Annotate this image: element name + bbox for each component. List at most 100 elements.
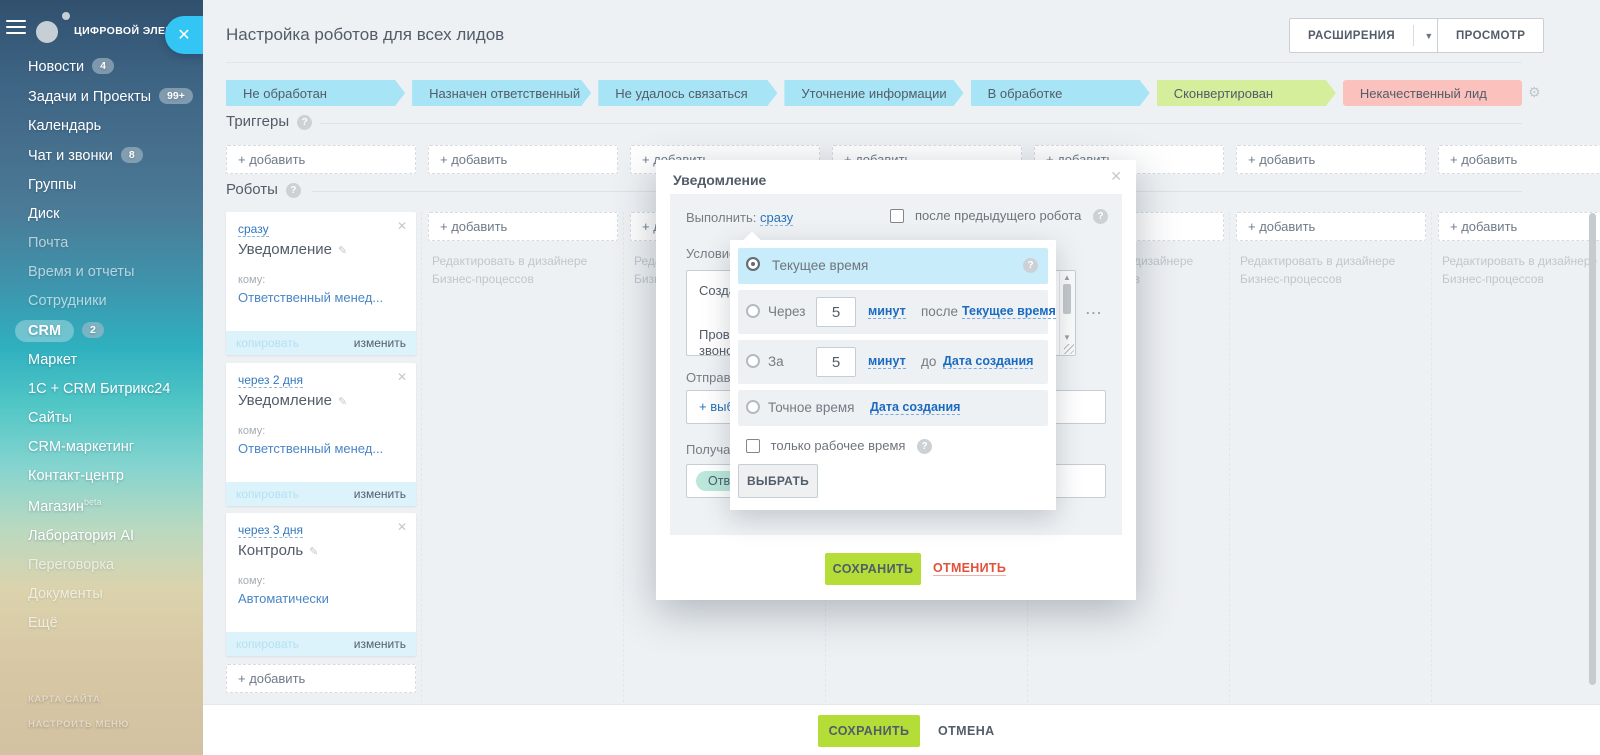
- option-in-minutes-after[interactable]: Через 5 минут после Текущее время: [738, 290, 1056, 334]
- option-exact-time[interactable]: Точное время Дата создания: [738, 390, 1048, 426]
- robot-copy-button[interactable]: копировать: [236, 336, 299, 350]
- sidebar-item-1c-bitrix24[interactable]: 1С + CRM Битрикс24: [28, 375, 199, 404]
- base-date-link[interactable]: Дата создания: [943, 354, 1034, 369]
- extensions-button[interactable]: РАСШИРЕНИЯ ▼: [1289, 18, 1445, 53]
- robot-recipient-link[interactable]: Автоматически: [238, 591, 329, 606]
- base-time-link[interactable]: Текущее время: [962, 304, 1056, 319]
- add-trigger-button[interactable]: + добавить: [428, 145, 618, 174]
- edit-pencil-icon[interactable]: ✎: [338, 245, 347, 257]
- stage-not-processed[interactable]: Не обработан: [226, 80, 405, 106]
- robot-when-link[interactable]: через 2 дня: [238, 373, 303, 388]
- stage-junk-lead[interactable]: Некачественный лид: [1342, 80, 1522, 106]
- hamburger-menu-icon[interactable]: [6, 20, 26, 34]
- sidebar-item-disk[interactable]: Диск: [28, 200, 199, 229]
- view-button[interactable]: ПРОСМОТР: [1437, 18, 1545, 53]
- add-robot-button[interactable]: + добавить: [1236, 212, 1426, 241]
- sidebar-item-more[interactable]: Ещё: [28, 609, 199, 638]
- add-trigger-button[interactable]: + добавить: [1438, 145, 1600, 174]
- sidebar-item-documents[interactable]: Документы: [28, 580, 199, 609]
- sidebar-close-button[interactable]: ✕: [165, 16, 203, 54]
- sidebar-item-news[interactable]: Новости 4: [28, 52, 199, 82]
- robot-recipient-link[interactable]: Ответственный менед...: [238, 441, 383, 456]
- current-time-help-icon[interactable]: ?: [1023, 258, 1038, 273]
- sidebar-item-chat[interactable]: Чат и звонки 8: [28, 141, 199, 171]
- textarea-scrollbar[interactable]: ▲ ▼: [1059, 271, 1075, 355]
- radio-minutes-before[interactable]: [746, 354, 760, 368]
- minutes-before-input[interactable]: 5: [816, 347, 856, 377]
- robot-card[interactable]: через 2 дня ✕ Уведомление ✎ кому: Ответст…: [226, 363, 416, 506]
- working-time-help-icon[interactable]: ?: [917, 439, 933, 454]
- modal-save-button[interactable]: СОХРАНИТЬ: [825, 553, 921, 585]
- scroll-down-icon[interactable]: ▼: [1063, 333, 1071, 342]
- stage-in-progress[interactable]: В обработке: [971, 80, 1150, 106]
- modal-cancel-link[interactable]: ОТМЕНИТЬ: [933, 561, 1007, 576]
- robot-edit-button[interactable]: изменить: [354, 487, 406, 501]
- sidebar-item-sites[interactable]: Сайты: [28, 404, 199, 433]
- execute-value-link[interactable]: сразу: [760, 210, 794, 226]
- configure-menu-link[interactable]: НАСТРОИТЬ МЕНЮ: [28, 719, 129, 730]
- sidebar-item-calendar[interactable]: Календарь: [28, 112, 199, 141]
- bp-designer-link[interactable]: Редактировать в дизайнере Бизнес-процесс…: [432, 252, 614, 288]
- radio-current-time[interactable]: [746, 257, 760, 271]
- add-robot-button[interactable]: + добавить: [226, 664, 416, 693]
- robot-copy-button[interactable]: копировать: [236, 487, 299, 501]
- triggers-help-icon[interactable]: ?: [297, 115, 313, 130]
- sidebar-item-crm-marketing[interactable]: CRM-маркетинг: [28, 433, 199, 462]
- stage-clarify-info[interactable]: Уточнение информации: [784, 80, 963, 106]
- sidebar-item-meeting-room[interactable]: Переговорка: [28, 551, 199, 580]
- edit-pencil-icon[interactable]: ✎: [309, 546, 318, 558]
- sidebar-item-tasks[interactable]: Задачи и Проекты 99+: [28, 82, 199, 112]
- message-more-button[interactable]: ...: [1086, 302, 1103, 317]
- cancel-button[interactable]: ОТМЕНА: [938, 724, 995, 738]
- bp-designer-link[interactable]: Редактировать в дизайнере Бизнес-процесс…: [1442, 252, 1600, 288]
- choose-button[interactable]: ВЫБРАТЬ: [738, 464, 818, 498]
- option-current-time[interactable]: Текущее время ?: [738, 248, 1048, 284]
- scrollbar-thumb[interactable]: [1063, 284, 1071, 314]
- sidebar-item-mail[interactable]: Почта: [28, 229, 199, 258]
- page-vertical-scrollbar[interactable]: [1589, 213, 1596, 685]
- sidebar-item-crm[interactable]: CRM 2: [15, 316, 199, 346]
- resize-handle-icon[interactable]: [1064, 344, 1074, 354]
- minutes-after-input[interactable]: 5: [816, 297, 856, 327]
- stage-converted[interactable]: Сконвертирован: [1157, 80, 1336, 106]
- sidebar-item-time-reports[interactable]: Время и отчеты: [28, 258, 199, 287]
- option-minutes-before[interactable]: За 5 минут до Дата создания: [738, 340, 1048, 384]
- robot-edit-button[interactable]: изменить: [354, 336, 406, 350]
- robot-when-link[interactable]: сразу: [238, 222, 269, 237]
- after-previous-checkbox[interactable]: [890, 209, 905, 223]
- unit-link[interactable]: минут: [868, 304, 906, 319]
- robot-edit-button[interactable]: изменить: [354, 637, 406, 651]
- bp-designer-link[interactable]: Редактировать в дизайнере Бизнес-процесс…: [1240, 252, 1422, 288]
- after-previous-help-icon[interactable]: ?: [1093, 209, 1108, 224]
- add-trigger-button[interactable]: + добавить: [226, 145, 416, 174]
- scroll-up-icon[interactable]: ▲: [1063, 273, 1071, 282]
- sidebar-item-contact-center[interactable]: Контакт-центр: [28, 462, 199, 491]
- exact-date-link[interactable]: Дата создания: [870, 400, 961, 415]
- save-button[interactable]: СОХРАНИТЬ: [818, 715, 920, 747]
- unit-link[interactable]: минут: [868, 354, 906, 369]
- robot-recipient-link[interactable]: Ответственный менед...: [238, 290, 383, 305]
- robot-delete-icon[interactable]: ✕: [397, 219, 407, 233]
- stages-settings-gear-icon[interactable]: ⚙: [1528, 84, 1541, 101]
- stage-cannot-contact[interactable]: Не удалось связаться: [598, 80, 777, 106]
- add-trigger-button[interactable]: + добавить: [1236, 145, 1426, 174]
- sidebar-item-market[interactable]: Маркет: [28, 346, 199, 375]
- edit-pencil-icon[interactable]: ✎: [338, 396, 347, 408]
- stage-assigned[interactable]: Назначен ответственный: [412, 80, 591, 106]
- sidebar-item-shop[interactable]: Магазинbeta: [28, 491, 199, 522]
- robot-delete-icon[interactable]: ✕: [397, 520, 407, 534]
- robot-when-link[interactable]: через 3 дня: [238, 523, 303, 538]
- robot-delete-icon[interactable]: ✕: [397, 370, 407, 384]
- robot-copy-button[interactable]: копировать: [236, 637, 299, 651]
- radio-in-minutes-after[interactable]: [746, 304, 760, 318]
- robot-card[interactable]: через 3 дня ✕ Контроль ✎ кому: Автоматиче…: [226, 513, 416, 656]
- sidebar-item-ai-lab[interactable]: Лаборатория AI: [28, 522, 199, 551]
- add-robot-button[interactable]: + добавить: [1438, 212, 1600, 241]
- radio-exact-time[interactable]: [746, 400, 760, 414]
- add-robot-button[interactable]: + добавить: [428, 212, 618, 241]
- sidebar-item-groups[interactable]: Группы: [28, 171, 199, 200]
- working-time-checkbox[interactable]: [746, 439, 760, 453]
- modal-close-icon[interactable]: ✕: [1110, 168, 1122, 185]
- robot-card[interactable]: сразу ✕ Уведомление ✎ кому: Ответственный…: [226, 212, 416, 355]
- sidebar-item-employees[interactable]: Сотрудники: [28, 287, 199, 316]
